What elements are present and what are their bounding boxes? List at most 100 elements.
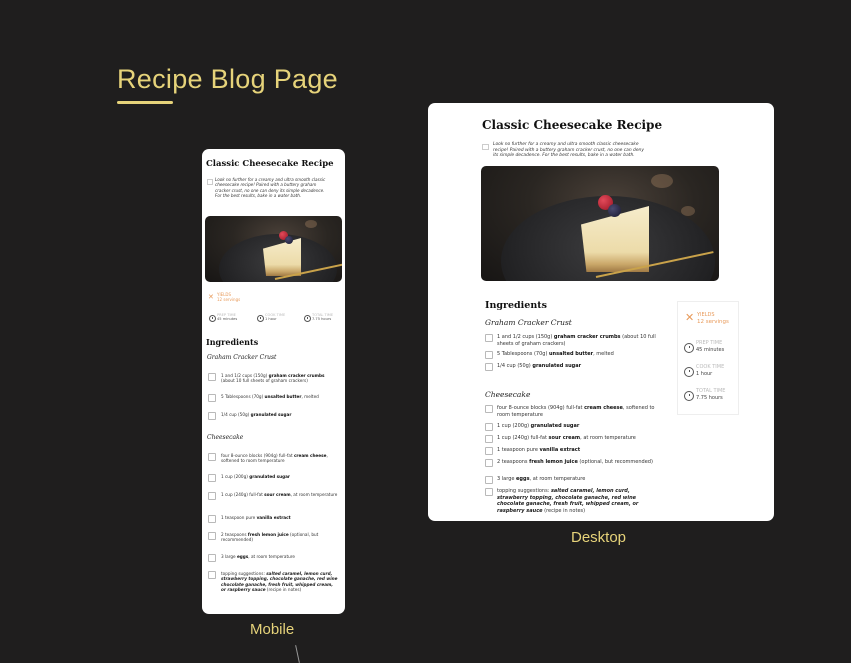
ingredient-checkbox[interactable] <box>485 476 493 484</box>
ingredient-checkbox[interactable] <box>208 492 216 500</box>
ingredient-item: 1/4 cup (50g) granulated sugar <box>497 363 657 370</box>
ingredient-pre: 1 teaspoon pure <box>221 515 257 520</box>
desktop-total-label: TOTAL TIME <box>696 388 726 394</box>
desktop-recipe-info-card: ✕ YIELDS 12 servings PREP TIME 45 minute… <box>677 301 739 415</box>
ingredient-pre: 5 Tablespoons (70g) <box>497 351 549 357</box>
ingredient-bold: graham cracker crumbs <box>268 373 325 378</box>
ingredient-bold: graham cracker crumbs <box>553 334 621 340</box>
ingredient-checkbox[interactable] <box>208 515 216 523</box>
ingredient-bold: granulated sugar <box>250 412 292 417</box>
ingredient-item: 2 teaspoons fresh lemon juice (optional,… <box>497 459 657 466</box>
ingredient-checkbox[interactable] <box>485 405 493 413</box>
title-underline <box>117 101 173 104</box>
ingredient-bold: eggs <box>236 554 249 559</box>
desktop-total-value: 7.75 hours <box>696 395 723 401</box>
desktop-yields-label: YIELDS <box>697 312 715 318</box>
desktop-total-clock-icon <box>684 391 694 401</box>
ingredient-bold: fresh lemon juice <box>247 532 289 537</box>
ingredient-post: , melted <box>593 351 614 357</box>
ingredient-checkbox[interactable] <box>208 474 216 482</box>
mobile-total-clock-icon <box>304 315 311 322</box>
ingredient-post: (recipe in notes) <box>265 587 302 593</box>
ingredient-pre: 1 and 1/2 cups (150g) <box>221 373 269 378</box>
ingredient-pre: 1 cup (200g) <box>497 423 531 429</box>
ingredient-pre: 1/4 cup (50g) <box>497 363 533 369</box>
ingredient-pre: topping suggestions: <box>221 571 267 576</box>
ingredient-checkbox[interactable] <box>208 412 216 420</box>
ingredient-bold: fresh lemon juice <box>529 459 578 465</box>
ingredient-checkbox[interactable] <box>485 459 493 467</box>
ingredient-item: four 8-ounce blocks (904g) full-fat crea… <box>221 453 339 464</box>
mobile-total-value: 7.75 hours <box>312 317 332 321</box>
ingredient-pre: topping suggestions: <box>497 488 551 494</box>
ingredient-item: 1 teaspoon pure vanilla extract <box>221 515 339 520</box>
ingredient-checkbox[interactable] <box>208 532 216 540</box>
ingredient-checkbox[interactable] <box>485 447 493 455</box>
ingredient-item: 5 Tablespoons (70g) unsalted butter, mel… <box>497 351 657 358</box>
ingredient-post: , at room temperature <box>529 476 586 482</box>
ingredient-checkbox[interactable] <box>485 488 493 496</box>
ingredient-checkbox[interactable] <box>208 453 216 461</box>
ingredient-item: 1 cup (240g) full-fat sour cream, at roo… <box>221 492 339 497</box>
mobile-frame-label: Mobile <box>250 621 295 638</box>
desktop-cook-label: COOK TIME <box>696 364 725 370</box>
ingredient-checkbox[interactable] <box>485 435 493 443</box>
mobile-yields: ✕ YIELDS 12 servings <box>208 292 240 302</box>
ingredient-pre: 3 large <box>497 476 517 482</box>
mobile-cheesecake-heading: Cheesecake <box>207 434 244 441</box>
ingredient-pre: four 8-ounce blocks (904g) full-fat <box>221 453 294 458</box>
ingredient-item: 1 teaspoon pure vanilla extract <box>497 447 657 454</box>
desktop-frame[interactable]: Classic Cheesecake Recipe Look no furthe… <box>428 103 774 521</box>
ingredient-post: , at room temperature <box>290 492 338 497</box>
mobile-frame[interactable]: Classic Cheesecake Recipe Look no furthe… <box>202 149 345 614</box>
ingredient-bold: cream cheese <box>293 453 327 458</box>
ingredient-post: (recipe in notes) <box>542 507 586 514</box>
ingredient-checkbox[interactable] <box>208 394 216 402</box>
ingredient-item: 1/4 cup (50g) granulated sugar <box>221 412 339 417</box>
desktop-recipe-title: Classic Cheesecake Recipe <box>482 118 663 132</box>
mobile-yields-icon: ✕ <box>208 293 214 301</box>
ingredient-pre: 1 cup (200g) <box>221 474 250 479</box>
ingredient-item: 2 teaspoons fresh lemon juice (optional,… <box>221 532 339 543</box>
page-title: Recipe Blog Page <box>117 64 338 94</box>
mobile-cook-value: 1 hour <box>265 317 277 321</box>
desktop-intro: Look no further for a creamy and ultra s… <box>493 142 644 159</box>
desktop-crust-heading: Graham Cracker Crust <box>485 318 572 327</box>
desktop-cook-value: 1 hour <box>696 371 713 377</box>
ingredient-checkbox[interactable] <box>208 571 216 579</box>
ingredient-checkbox[interactable] <box>485 363 493 371</box>
mobile-crust-heading: Graham Cracker Crust <box>207 354 277 361</box>
desktop-cook-clock-icon <box>684 367 694 377</box>
ingredient-pre: 5 Tablespoons (70g) <box>221 394 265 399</box>
mobile-recipe-title: Classic Cheesecake Recipe <box>206 159 334 169</box>
mobile-prep-clock-icon <box>209 315 216 322</box>
ingredient-bold: vanilla extract <box>539 447 581 453</box>
ingredient-item: 1 cup (200g) granulated sugar <box>221 474 339 479</box>
ingredient-bold: cream cheese <box>584 405 623 411</box>
ingredient-item: four 8-ounce blocks (904g) full-fat crea… <box>497 405 657 418</box>
desktop-ingredients-heading: Ingredients <box>485 300 547 311</box>
ingredient-pre: 1/4 cup (50g) <box>221 412 251 417</box>
ingredient-bold: granulated sugar <box>530 423 580 429</box>
ingredient-post: (about 10 full sheets of graham crackers… <box>221 378 308 384</box>
ingredient-pre: 3 large <box>221 554 237 559</box>
ingredient-checkbox[interactable] <box>208 373 216 381</box>
ingredient-item: 5 Tablespoons (70g) unsalted butter, mel… <box>221 394 339 399</box>
ingredient-checkbox[interactable] <box>485 351 493 359</box>
ingredient-checkbox[interactable] <box>208 554 216 562</box>
ingredient-bold: eggs <box>516 476 530 482</box>
ingredient-checkbox[interactable] <box>485 334 493 342</box>
ingredient-item: topping suggestions: salted caramel, lem… <box>221 571 339 593</box>
ingredient-pre: 1 cup (240g) full-fat <box>221 492 265 497</box>
desktop-quote-icon <box>482 144 489 150</box>
ingredient-bold: unsalted butter <box>264 394 302 399</box>
ingredient-item: 3 large eggs, at room temperature <box>221 554 339 559</box>
ingredient-checkbox[interactable] <box>485 423 493 431</box>
desktop-prep-label: PREP TIME <box>696 340 723 346</box>
desktop-yields-value: 12 servings <box>697 319 729 325</box>
mobile-ingredients-heading: Ingredients <box>206 337 259 347</box>
ingredient-pre: 1 and 1/2 cups (150g) <box>497 334 554 340</box>
ingredient-bold: sour cream <box>264 492 291 497</box>
ingredient-item: 1 and 1/2 cups (150g) graham cracker cru… <box>497 334 657 347</box>
ingredient-bold: granulated sugar <box>249 474 290 479</box>
